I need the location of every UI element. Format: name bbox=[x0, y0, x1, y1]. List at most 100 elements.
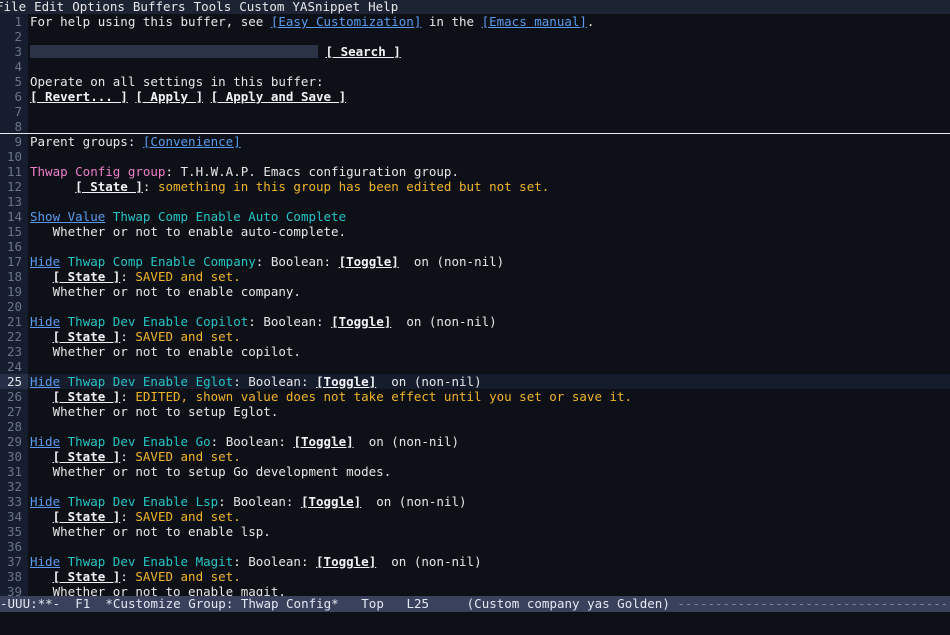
emacs-manual-link[interactable]: [Emacs manual] bbox=[482, 14, 587, 29]
line-number: 6 bbox=[0, 89, 28, 104]
setting-header[interactable]: Hide Thwap Dev Enable Magit: Boolean: [T… bbox=[28, 554, 950, 569]
hide-toggle[interactable]: Hide bbox=[30, 314, 60, 329]
menu-bar[interactable]: File Edit Options Buffers Tools Custom Y… bbox=[0, 0, 950, 14]
state-button[interactable]: [ State ] bbox=[53, 269, 121, 284]
setting-header[interactable]: Show Value Thwap Comp Enable Auto Comple… bbox=[28, 209, 950, 224]
parent-groups-row[interactable]: Parent groups: [Convenience] bbox=[28, 134, 950, 149]
line-number: 2 bbox=[0, 29, 28, 44]
buffer-line[interactable]: 30 [ State ]: SAVED and set. bbox=[0, 449, 950, 464]
customize-group-buffer[interactable]: 1 For help using this buffer, see [Easy … bbox=[0, 14, 950, 596]
toggle-button[interactable]: [Toggle] bbox=[331, 314, 391, 329]
state-colon: : bbox=[120, 569, 136, 584]
setting-state-row[interactable]: [ State ]: SAVED and set. bbox=[28, 449, 950, 464]
buffer-line[interactable]: 33 Hide Thwap Dev Enable Lsp: Boolean: [… bbox=[0, 494, 950, 509]
menu-item-yasnippet[interactable]: YASnippet bbox=[292, 0, 364, 14]
setting-state-row[interactable]: [ State ]: EDITED, shown value does not … bbox=[28, 389, 950, 404]
state-button[interactable]: [ State ] bbox=[53, 449, 121, 464]
buffer-line[interactable]: 21 Hide Thwap Dev Enable Copilot: Boolea… bbox=[0, 314, 950, 329]
state-text: SAVED and set. bbox=[135, 269, 241, 284]
menu-item-tools[interactable]: Tools bbox=[194, 0, 236, 14]
state-button[interactable]: [ State ] bbox=[53, 509, 121, 524]
state-button[interactable]: [ State ] bbox=[53, 329, 121, 344]
state-button[interactable]: [ State ] bbox=[53, 389, 121, 404]
state-text: SAVED and set. bbox=[135, 329, 241, 344]
hide-toggle[interactable]: Hide bbox=[30, 254, 60, 269]
convenience-group-link[interactable]: [Convenience] bbox=[143, 134, 241, 149]
line-number: 14 bbox=[0, 209, 28, 224]
hide-toggle[interactable]: Hide bbox=[30, 374, 60, 389]
menu-item-edit[interactable]: Edit bbox=[34, 0, 68, 14]
buffer-line[interactable]: 12 [ State ]: something in this group ha… bbox=[0, 179, 950, 194]
buffer-line[interactable]: 9 Parent groups: [Convenience] bbox=[0, 134, 950, 149]
buffer-line-current[interactable]: 25 Hide Thwap Dev Enable Eglot: Boolean:… bbox=[0, 374, 950, 389]
help-line: For help using this buffer, see [Easy Cu… bbox=[28, 14, 950, 29]
menu-item-file[interactable]: File bbox=[0, 0, 30, 14]
echo-area bbox=[0, 612, 950, 631]
setting-type: : Boolean: bbox=[248, 314, 332, 329]
buffer-line[interactable]: 3 [ Search ] bbox=[0, 44, 950, 59]
buffer-line[interactable]: 34 [ State ]: SAVED and set. bbox=[0, 509, 950, 524]
show-value-toggle[interactable]: Show Value bbox=[30, 209, 105, 224]
menu-item-buffers[interactable]: Buffers bbox=[133, 0, 190, 14]
state-button[interactable]: [ State ] bbox=[53, 569, 121, 584]
toggle-button[interactable]: [Toggle] bbox=[293, 434, 353, 449]
line-number-current: 25 bbox=[0, 374, 28, 389]
revert-button[interactable]: [ Revert... ] bbox=[30, 89, 128, 104]
operate-buttons[interactable]: [ Revert... ] [ Apply ] [ Apply and Save… bbox=[28, 89, 950, 104]
setting-header[interactable]: Hide Thwap Dev Enable Go: Boolean: [Togg… bbox=[28, 434, 950, 449]
search-row[interactable]: [ Search ] bbox=[28, 44, 950, 59]
apply-and-save-button[interactable]: [ Apply and Save ] bbox=[211, 89, 346, 104]
modeline-buffer-name[interactable]: *Customize Group: Thwap Config* bbox=[105, 596, 338, 612]
toggle-button[interactable]: [Toggle] bbox=[316, 554, 376, 569]
setting-header[interactable]: Hide Thwap Comp Enable Company: Boolean:… bbox=[28, 254, 950, 269]
mode-line[interactable]: -UUU:**- F1 *Customize Group: Thwap Conf… bbox=[0, 596, 950, 612]
hide-toggle[interactable]: Hide bbox=[30, 494, 60, 509]
group-name: Thwap Config group bbox=[30, 164, 166, 179]
buffer-line[interactable]: 14 Show Value Thwap Comp Enable Auto Com… bbox=[0, 209, 950, 224]
buffer-line[interactable]: 29 Hide Thwap Dev Enable Go: Boolean: [T… bbox=[0, 434, 950, 449]
buffer-line: 31 Whether or not to setup Go developmen… bbox=[0, 464, 950, 479]
setting-state-row[interactable]: [ State ]: SAVED and set. bbox=[28, 509, 950, 524]
menu-item-custom[interactable]: Custom bbox=[239, 0, 288, 14]
toggle-button[interactable]: [Toggle] bbox=[301, 494, 361, 509]
group-heading: Thwap Config group: T.H.W.A.P. Emacs con… bbox=[28, 164, 950, 179]
buffer-line: 27 Whether or not to setup Eglot. bbox=[0, 404, 950, 419]
buffer-line: 15 Whether or not to enable auto-complet… bbox=[0, 224, 950, 239]
setting-state-row[interactable]: [ State ]: SAVED and set. bbox=[28, 269, 950, 284]
setting-header[interactable]: Hide Thwap Dev Enable Lsp: Boolean: [Tog… bbox=[28, 494, 950, 509]
setting-value: on (non-nil) bbox=[398, 254, 505, 269]
setting-doc-row: Whether or not to setup Eglot. bbox=[28, 404, 950, 419]
buffer-line[interactable]: 37 Hide Thwap Dev Enable Magit: Boolean:… bbox=[0, 554, 950, 569]
buffer-line: 32 bbox=[0, 479, 950, 494]
toggle-button[interactable]: [Toggle] bbox=[316, 374, 376, 389]
menu-item-options[interactable]: Options bbox=[72, 0, 129, 14]
buffer-line[interactable]: 38 [ State ]: SAVED and set. bbox=[0, 569, 950, 584]
setting-doc-row: Whether or not to enable lsp. bbox=[28, 524, 950, 539]
modeline-major-modes[interactable]: (Custom company yas Golden) bbox=[467, 596, 670, 612]
search-button[interactable]: [ Search ] bbox=[326, 44, 401, 59]
setting-doc-row: Whether or not to setup Go development m… bbox=[28, 464, 950, 479]
state-colon: : bbox=[120, 449, 136, 464]
hide-toggle[interactable]: Hide bbox=[30, 434, 60, 449]
easy-customization-link[interactable]: [Easy Customization] bbox=[271, 14, 422, 29]
apply-button[interactable]: [ Apply ] bbox=[135, 89, 203, 104]
menu-item-help[interactable]: Help bbox=[368, 0, 402, 14]
toggle-button[interactable]: [Toggle] bbox=[339, 254, 399, 269]
buffer-line[interactable]: 17 Hide Thwap Comp Enable Company: Boole… bbox=[0, 254, 950, 269]
buffer-line[interactable]: 18 [ State ]: SAVED and set. bbox=[0, 269, 950, 284]
group-state-row[interactable]: [ State ]: something in this group has b… bbox=[28, 179, 950, 194]
search-input[interactable] bbox=[30, 45, 318, 58]
group-state-button[interactable]: [ State ] bbox=[75, 179, 143, 194]
buffer-line[interactable]: 6 [ Revert... ] [ Apply ] [ Apply and Sa… bbox=[0, 89, 950, 104]
setting-state-row[interactable]: [ State ]: SAVED and set. bbox=[28, 329, 950, 344]
setting-header[interactable]: Hide Thwap Dev Enable Copilot: Boolean: … bbox=[28, 314, 950, 329]
buffer-line[interactable]: 22 [ State ]: SAVED and set. bbox=[0, 329, 950, 344]
buffer-line[interactable]: 26 [ State ]: EDITED, shown value does n… bbox=[0, 389, 950, 404]
hide-toggle[interactable]: Hide bbox=[30, 554, 60, 569]
line-number: 4 bbox=[0, 59, 28, 74]
setting-state-row[interactable]: [ State ]: SAVED and set. bbox=[28, 569, 950, 584]
setting-header[interactable]: Hide Thwap Dev Enable Eglot: Boolean: [T… bbox=[28, 374, 950, 389]
